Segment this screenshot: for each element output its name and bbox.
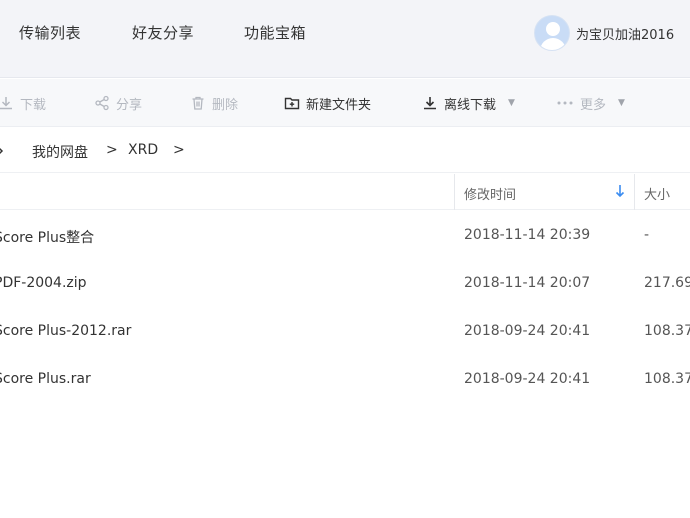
offline-download-label: 离线下载	[444, 97, 497, 113]
file-modified-time: 2018-11-14 20:07	[464, 275, 591, 291]
file-modified-time: 2018-09-24 20:41	[464, 323, 591, 339]
file-modified-time: 2018-09-24 20:41	[464, 371, 591, 387]
offline-download-button[interactable]: 离线下载 ▼	[422, 93, 515, 113]
more-label: 更多	[580, 97, 607, 113]
chevron-down-icon: ▼	[618, 98, 625, 108]
user-menu[interactable]: 为宝贝加油2016	[534, 15, 674, 51]
more-button[interactable]: 更多 ▼	[556, 93, 625, 113]
new-folder-button[interactable]: 新建文件夹	[284, 93, 371, 113]
download-button[interactable]: 下载	[0, 93, 46, 113]
file-name[interactable]: Score Plus.rar	[0, 371, 91, 387]
breadcrumb-current-folder[interactable]: XRD	[128, 142, 158, 158]
download-icon	[0, 97, 12, 110]
avatar[interactable]	[534, 15, 570, 51]
nav-transfer-list[interactable]: 传输列表	[19, 22, 81, 43]
file-name[interactable]: Score Plus-2012.rar	[0, 323, 131, 339]
column-header-size[interactable]: 大小	[644, 184, 670, 203]
sort-down-arrow-icon[interactable]	[615, 184, 625, 198]
column-header-modified[interactable]: 修改时间	[464, 184, 516, 203]
delete-button[interactable]: 删除	[190, 93, 238, 113]
file-row[interactable]: Score Plus整合 2018-11-14 20:39 -	[0, 211, 690, 259]
download-label: 下载	[20, 97, 47, 113]
delete-label: 删除	[212, 97, 239, 113]
file-size: 108.37	[644, 323, 690, 339]
share-button[interactable]: 分享	[94, 93, 142, 113]
file-toolbar: 下载 分享 删除 新建文件夹 离线下载 ▼ 更多 ▼	[0, 79, 690, 127]
top-nav-bar: 传输列表 好友分享 功能宝箱 为宝贝加油2016	[0, 0, 690, 78]
file-row[interactable]: Score Plus-2012.rar 2018-09-24 20:41 108…	[0, 307, 690, 355]
breadcrumb-separator: >	[106, 142, 118, 158]
share-icon	[95, 95, 109, 111]
file-name[interactable]: Score Plus整合	[0, 227, 94, 247]
new-folder-icon	[284, 97, 300, 110]
file-row[interactable]: PDF-2004.zip 2018-11-14 20:07 217.69	[0, 259, 690, 307]
chevron-down-icon: ▼	[508, 98, 515, 108]
nav-feature-box[interactable]: 功能宝箱	[244, 22, 306, 43]
file-modified-time: 2018-11-14 20:39	[464, 227, 591, 243]
breadcrumb-separator: >	[173, 142, 185, 158]
file-size: -	[644, 227, 650, 243]
more-icon	[557, 101, 573, 105]
new-folder-label: 新建文件夹	[306, 97, 372, 113]
breadcrumb: 我的网盘 > XRD >	[0, 127, 690, 173]
file-name[interactable]: PDF-2004.zip	[0, 275, 87, 291]
download-icon	[424, 97, 436, 110]
file-size: 217.69	[644, 275, 690, 291]
file-table-header: 修改时间 大小	[0, 174, 690, 210]
chevron-right-icon[interactable]	[0, 146, 5, 156]
breadcrumb-my-disk[interactable]: 我的网盘	[32, 142, 88, 162]
file-row[interactable]: Score Plus.rar 2018-09-24 20:41 108.37	[0, 355, 690, 403]
nav-friend-share[interactable]: 好友分享	[132, 22, 194, 43]
share-label: 分享	[116, 97, 143, 113]
file-size: 108.37	[644, 371, 690, 387]
trash-icon	[192, 96, 204, 110]
user-name[interactable]: 为宝贝加油2016	[576, 24, 674, 43]
